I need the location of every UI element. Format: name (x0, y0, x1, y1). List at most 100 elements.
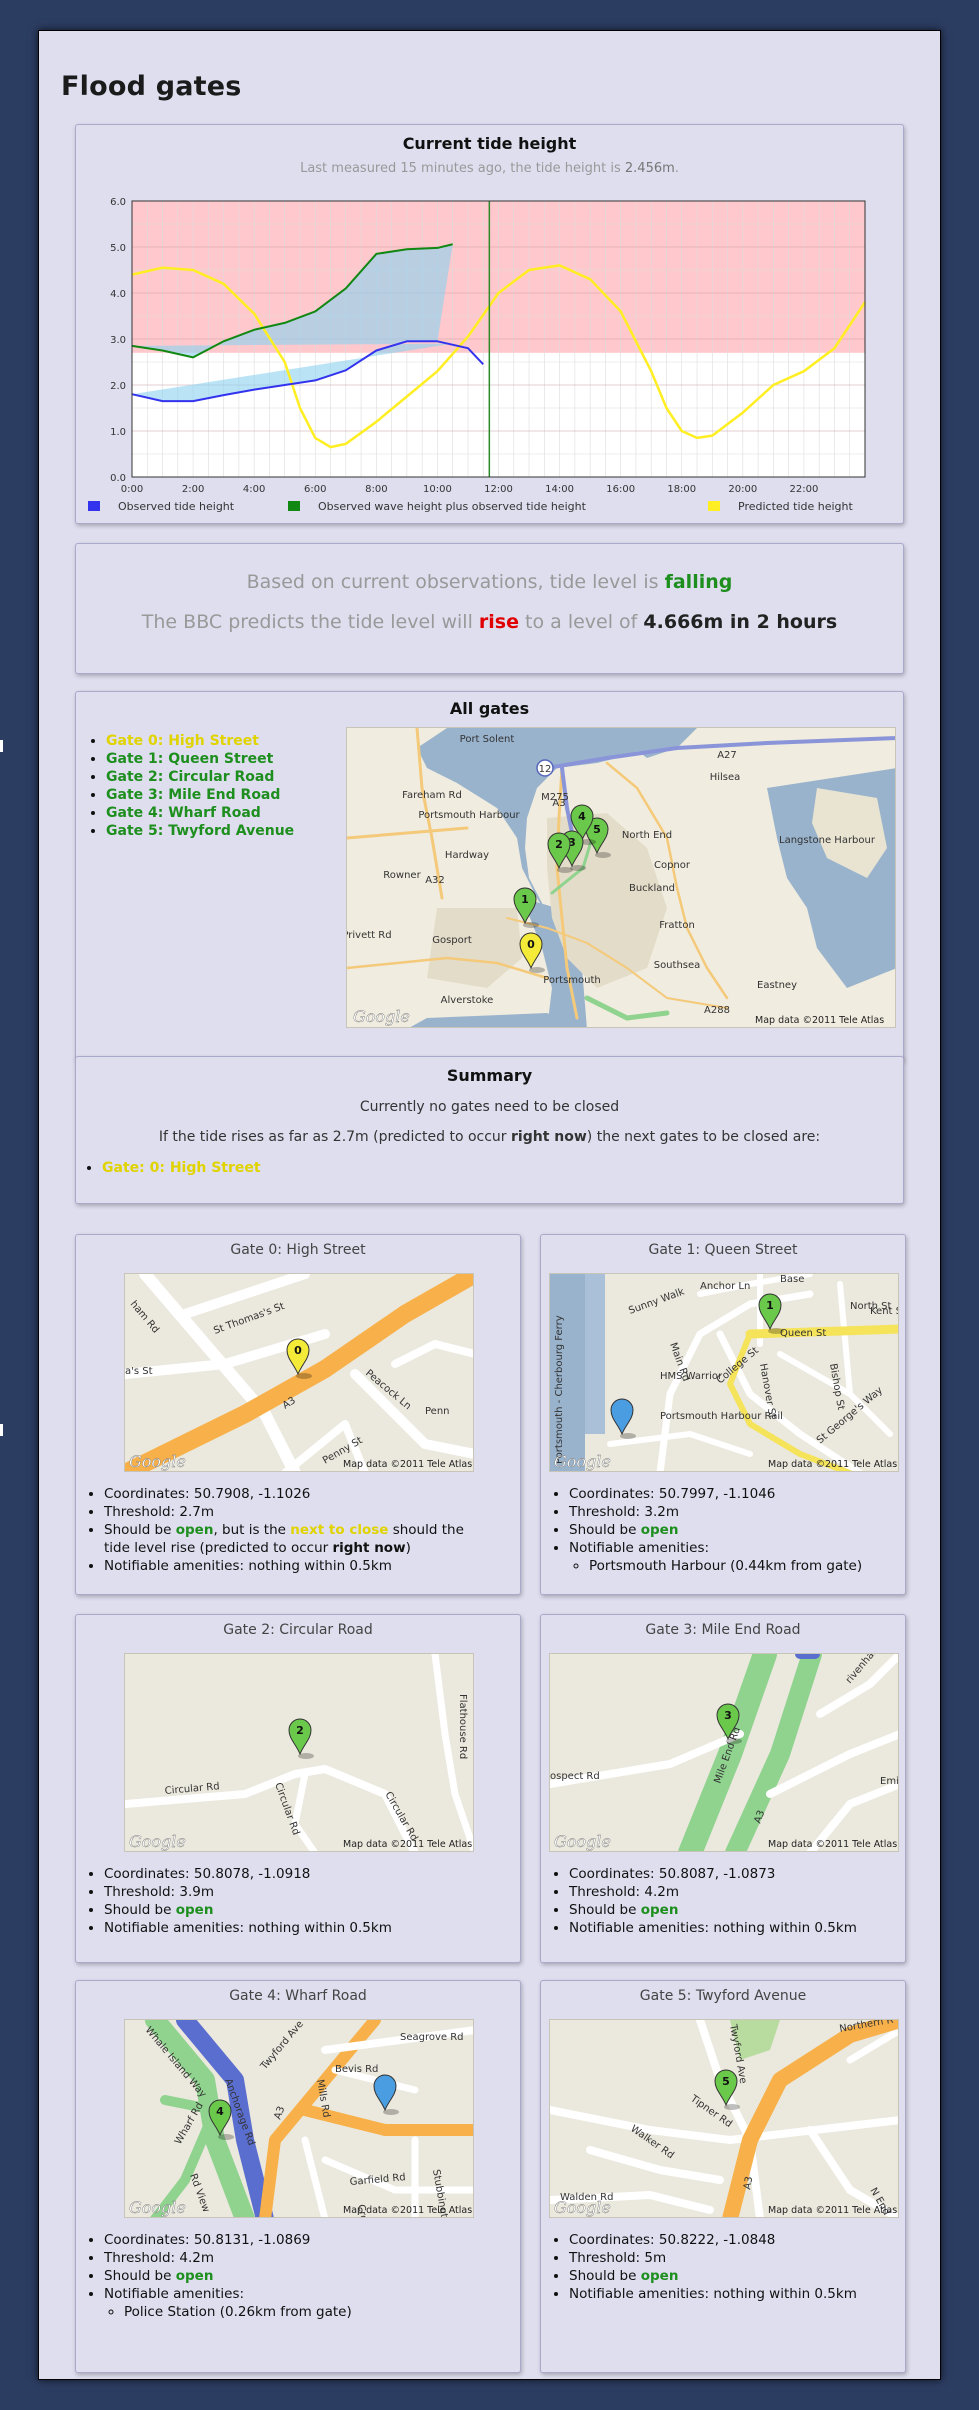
gate-map[interactable]: Twyford Ave Northern R Tipner Rd Walker Rd W… (549, 2019, 899, 2218)
legend-entry: Observed wave height plus observed tide … (288, 500, 586, 513)
all-gates-panel: All gates Gate 0: High Street Gate 1: Que… (75, 691, 904, 1061)
gate-card: Gate 4: Wharf Road Whale Island Way Twyfor… (75, 1980, 521, 2373)
svg-text:Emi: Emi (880, 1776, 899, 1787)
map-label: Privett Rd (347, 930, 392, 941)
svg-text:Sunny Walk: Sunny Walk (627, 1286, 686, 1316)
gate-coordinates: Coordinates: 50.8087, -1.0873 (569, 1865, 877, 1883)
svg-text:Portsmouth - Cherbourg Ferry: Portsmouth - Cherbourg Ferry (554, 1315, 565, 1464)
svg-text:College St: College St (715, 1345, 761, 1386)
svg-text:A3: A3 (742, 2176, 755, 2191)
gate-threshold: Threshold: 3.2m (569, 1503, 877, 1521)
gate-map-canvas: St Thomas's Stham Rda's St Peacock LnPenn… (125, 1274, 473, 1471)
next-gate-link[interactable]: Gate: 0: High Street (102, 1160, 261, 1176)
y-tick-label: 3.0 (110, 335, 126, 346)
svg-text:1: 1 (766, 1299, 774, 1312)
gate-coordinates: Coordinates: 50.8222, -1.0848 (569, 2231, 877, 2249)
gate-list-item: Gate 4: Wharf Road (106, 804, 294, 822)
gate-card-title: Gate 4: Wharf Road (229, 1988, 367, 2004)
gate-map-canvas: Mile End RdA3ospect Rd Emirivenham Rd3Goo… (550, 1654, 899, 1851)
gate-link[interactable]: Gate 1: Queen Street (106, 751, 273, 767)
svg-text:Base: Base (780, 1274, 804, 1285)
gate-list: Gate 0: High Street Gate 1: Queen Street G… (80, 732, 294, 840)
gate-card: Gate 1: Queen Street Base Queen St Bishop S… (540, 1234, 906, 1595)
gate-amenities: Notifiable amenities: nothing within 0.5… (569, 1919, 877, 1937)
summary-panel: Summary Currently no gates need to be cl… (75, 1056, 904, 1204)
svg-text:a's St: a's St (125, 1366, 153, 1377)
map-label: A288 (704, 1005, 730, 1016)
forecast-text: Based on current observations, tide leve… (246, 571, 665, 593)
gate-link[interactable]: Gate 0: High Street (106, 733, 259, 749)
gate-map[interactable]: Circular Rd Circular Rd Circular Rd Flathou… (124, 1653, 474, 1852)
x-tick-label: 22:00 (790, 484, 819, 495)
svg-text:Flathouse Rd: Flathouse Rd (457, 1694, 468, 1759)
svg-text:Twyford Ave: Twyford Ave (258, 2020, 306, 2073)
gate-card-title: Gate 0: High Street (230, 1242, 366, 1258)
gate-link[interactable]: Gate 5: Twyford Avenue (106, 823, 294, 839)
google-logo: Google (129, 1832, 186, 1851)
y-tick-label: 6.0 (110, 197, 126, 208)
gate-info-list: Coordinates: 50.8222, -1.0848Threshold: … (541, 2231, 877, 2303)
gate-map[interactable]: Whale Island Way Twyford Ave Seagrove Rd Be… (124, 2019, 474, 2218)
gate-status: Should be open (569, 1901, 877, 1919)
google-logo: Google (554, 1832, 611, 1851)
map-credit: Map data ©2011 Tele Atlas (755, 1015, 884, 1026)
map-label: Copnor (654, 860, 691, 871)
forecast-text: to a level of (518, 611, 644, 633)
svg-text:2: 2 (296, 1724, 304, 1737)
next-gates-list: Gate: 0: High Street (76, 1159, 261, 1177)
summary-text: If the tide rises as far as 2.7m (predic… (158, 1129, 512, 1145)
y-tick-label: 4.0 (110, 289, 126, 300)
map-label: Fratton (659, 920, 695, 931)
gate-map[interactable]: St Thomas's St ham Rd a's St Peacock Ln Penn… (124, 1273, 474, 1472)
gate-status: Should be open (569, 1521, 877, 1539)
svg-text:4: 4 (216, 2105, 224, 2118)
svg-text:ospect Rd: ospect Rd (550, 1771, 600, 1782)
gate-status-value: open (640, 1522, 679, 1538)
map-credit: Map data ©2011 Tele Atlas (768, 2205, 897, 2216)
gate-map-canvas: Whale Island Way Twyford Ave Seagrove RdBe… (129, 2020, 473, 2217)
summary-title: Summary (446, 1066, 533, 1085)
forecast-text: The BBC predicts the tide level will (141, 611, 479, 633)
gate-link[interactable]: Gate 3: Mile End Road (106, 787, 280, 803)
legend-swatch (88, 501, 100, 511)
map-credit: Map data ©2011 Tele Atlas (343, 1459, 472, 1470)
legend-label: Predicted tide height (738, 500, 853, 513)
map-label: Langstone Harbour (779, 835, 876, 846)
overview-map-canvas: Port Solent Portsmouth Harbour Hilsea Langs… (347, 728, 895, 1027)
gate-amenities: Notifiable amenities:Police Station (0.2… (104, 2285, 492, 2321)
map-label: Buckland (629, 883, 675, 894)
svg-text:5: 5 (722, 2075, 730, 2088)
map-label: Alverstoke (441, 995, 494, 1006)
gate-link[interactable]: Gate 2: Circular Road (106, 769, 274, 785)
gate-threshold: Threshold: 4.2m (104, 2249, 492, 2267)
gate-card: Gate 3: Mile End Road Mile End Rd A3 ospect… (540, 1614, 906, 1963)
forecast-line-2: The BBC predicts the tide level will ris… (76, 611, 903, 633)
y-tick-label: 1.0 (110, 427, 126, 438)
amenity-marker[interactable] (373, 2074, 399, 2115)
gate-info-list: Coordinates: 50.7997, -1.1046Threshold: … (541, 1485, 877, 1575)
gate-coordinates: Coordinates: 50.7908, -1.1026 (104, 1485, 492, 1503)
gate-status: Should be open (569, 2267, 877, 2285)
svg-text:0: 0 (294, 1344, 302, 1357)
google-logo: Google (129, 1452, 186, 1471)
gate-map[interactable]: Base Queen St Bishop St North St HMS Warrior… (549, 1273, 899, 1472)
x-tick-label: 2:00 (182, 484, 204, 495)
gate-card-title: Gate 2: Circular Road (223, 1622, 373, 1638)
gate-amenities: Notifiable amenities:Portsmouth Harbour … (569, 1539, 877, 1575)
map-label: Hardway (445, 850, 489, 861)
google-logo: Google (129, 2198, 186, 2217)
svg-text:2: 2 (555, 838, 563, 851)
summary-bold: right now (511, 1129, 587, 1145)
svg-text:Kent St: Kent St (870, 1306, 899, 1317)
amenity-marker[interactable] (610, 1398, 636, 1439)
gate-map[interactable]: Mile End Rd A3 ospect Rd Emi rivenham Rd 3 Goo… (549, 1653, 899, 1852)
gate-coordinates: Coordinates: 50.8131, -1.0869 (104, 2231, 492, 2249)
svg-text:Anchor Ln: Anchor Ln (700, 1281, 750, 1292)
y-tick-label: 2.0 (110, 381, 126, 392)
gate-marker-2[interactable]: 2 (288, 1718, 314, 1759)
gate-map-canvas: Circular Rd Circular Rd Circular RdFlathou… (125, 1654, 473, 1851)
map-label: Hilsea (710, 772, 741, 783)
overview-map[interactable]: Port Solent Portsmouth Harbour Hilsea Langs… (346, 727, 896, 1028)
map-label: Southsea (654, 960, 701, 971)
gate-link[interactable]: Gate 4: Wharf Road (106, 805, 261, 821)
